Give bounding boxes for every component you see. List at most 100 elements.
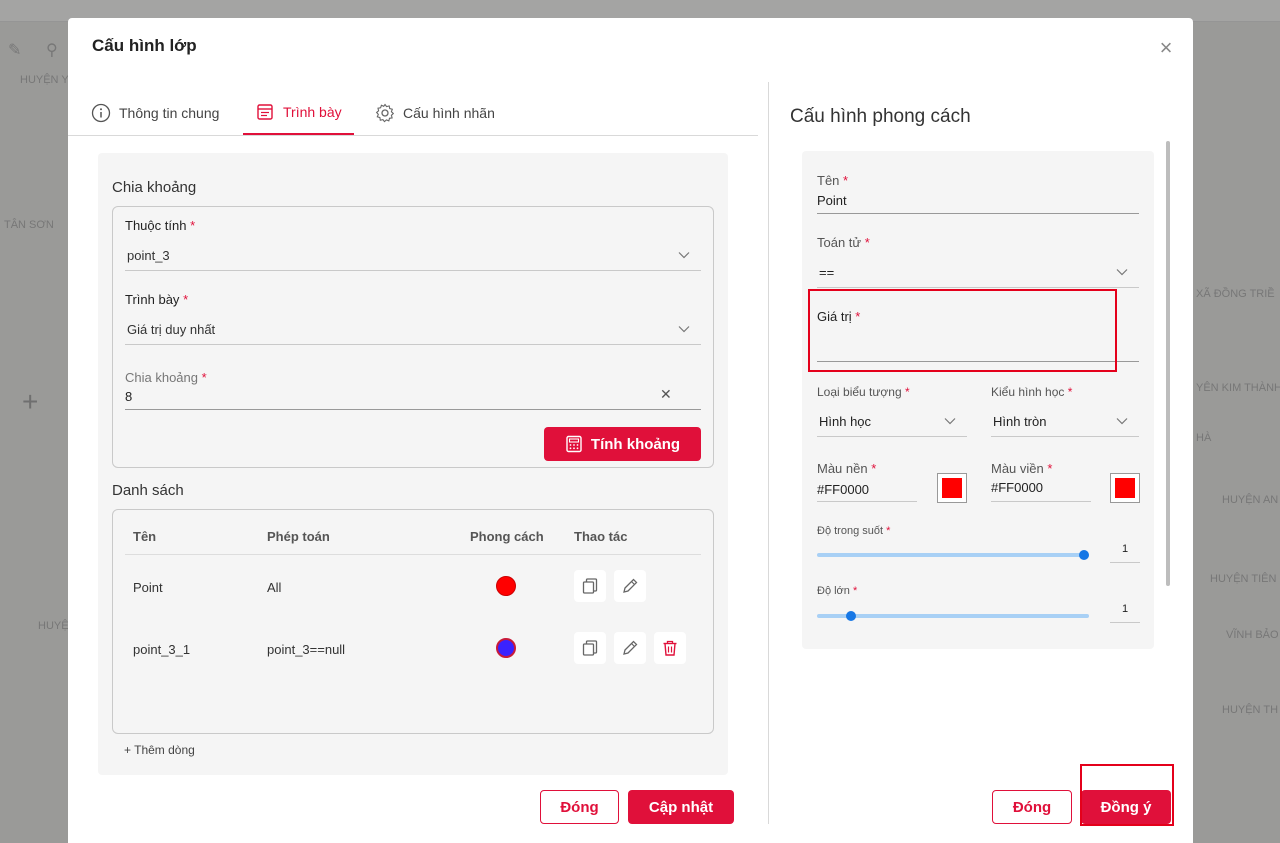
edit-button[interactable] [614,632,646,664]
panel-divider [768,82,769,824]
size-label: Độ lớn * [817,585,858,597]
row-operation: All [267,580,282,595]
copy-button[interactable] [574,632,606,664]
close-icon[interactable]: × [1156,37,1176,59]
operator-underline [817,287,1139,288]
style-swatch[interactable] [496,576,516,596]
display-underline [125,344,701,345]
stroke-color-input[interactable]: #FF0000 [991,480,1043,495]
map-label: VĨNH BẢO [1226,629,1279,641]
map-label: HUYỆ [38,620,69,632]
copy-button[interactable] [574,570,606,602]
opacity-slider-track[interactable] [817,553,1089,557]
symbol-type-underline [817,436,967,437]
copy-icon [582,578,598,594]
row-name: point_3_1 [133,642,191,657]
map-label: HUYỆN AN [1222,494,1279,506]
opacity-value[interactable]: 1 [1122,543,1128,555]
col-header-style: Phong cách [470,529,544,544]
close-button[interactable]: Đóng [540,790,619,824]
tab-display[interactable]: Trình bày [243,90,354,135]
map-label: HÀ [1196,432,1212,444]
pencil-icon [623,640,638,655]
map-pin-icon: ⚲ [46,42,58,59]
col-header-name: Tên [133,529,157,544]
attribute-underline [125,270,701,271]
map-label: TÂN SƠN [4,219,54,231]
style-config-panel: Tên * Point Toán tử * == Giá trị * Loại … [802,151,1154,649]
edit-button[interactable] [614,570,646,602]
attribute-label: Thuộc tính * [125,218,196,233]
style-swatch[interactable] [496,638,516,658]
symbol-type-select[interactable]: Hình học [819,414,871,429]
map-label: HUYỆN Y [20,74,69,86]
map-label: HUYỆN TIÊN [1210,573,1277,585]
interval-label: Chia khoảng * [125,370,207,385]
attribute-select[interactable]: point_3 [127,248,170,263]
stroke-color-underline [991,501,1091,502]
map-label: HUYỆN TH [1222,704,1279,716]
update-button[interactable]: Cập nhật [628,790,734,824]
size-slider-track[interactable] [817,614,1089,618]
size-value[interactable]: 1 [1122,603,1128,615]
tab-general-info[interactable]: Thông tin chung [91,90,219,135]
highlight-box [808,289,1117,372]
operator-select[interactable]: == [819,265,834,280]
name-label: Tên * [817,173,849,188]
stroke-color-label: Màu viền * [991,461,1053,476]
size-value-underline [1110,622,1140,623]
calculator-icon [565,435,583,453]
chevron-down-icon[interactable] [1116,415,1128,427]
display-label: Trình bày * [125,292,189,307]
chevron-down-icon[interactable] [1116,266,1128,278]
map-label: XÃ ĐỒNG TRIỀ [1196,288,1275,300]
calculate-interval-button[interactable]: Tính khoảng [544,427,701,461]
chevron-down-icon[interactable] [678,323,690,335]
name-input[interactable]: Point [817,193,847,208]
modal-title: Cấu hình lớp [92,36,197,55]
fill-color-swatch[interactable] [937,473,967,503]
stroke-color-swatch[interactable] [1110,473,1140,503]
symbol-type-label: Loại biểu tượng * [817,385,910,399]
gear-icon [375,103,395,123]
geometry-label: Kiểu hình học * [991,385,1073,399]
col-header-actions: Thao tác [574,529,628,544]
tab-label: Cấu hình nhãn [403,104,495,121]
header-divider [125,554,701,555]
copy-icon [582,640,598,656]
map-zoom-icon[interactable]: + [22,386,38,418]
fill-color-underline [817,501,917,502]
map-label: YÊN KIM THÀNH [1196,382,1280,394]
geometry-select[interactable]: Hình tròn [993,414,1046,429]
classify-box: Thuộc tính * point_3 Trình bày * Giá trị… [112,206,714,468]
clear-icon[interactable]: ✕ [660,386,672,403]
scrollbar[interactable] [1166,141,1170,586]
display-select[interactable]: Giá trị duy nhất [127,322,215,337]
tab-label: Thông tin chung [119,104,220,121]
opacity-label: Độ trong suốt * [817,525,891,537]
style-config-title: Cấu hình phong cách [790,106,971,127]
pencil-icon: ✎ [8,42,22,59]
interval-input[interactable]: 8 [125,389,132,404]
row-operation: point_3==null [267,642,346,657]
style-list-box: Tên Phép toán Phong cách Thao tác Point … [112,509,714,734]
highlight-box [1080,764,1174,826]
fill-color-input[interactable]: #FF0000 [817,482,869,497]
tab-label: Trình bày [283,103,342,120]
trash-icon [663,640,677,656]
interval-underline [125,409,701,410]
name-underline [817,213,1139,214]
tab-label-config[interactable]: Cấu hình nhãn [375,90,495,135]
opacity-slider-thumb[interactable] [1079,550,1089,560]
display-panel: Chia khoảng Thuộc tính * point_3 Trình b… [98,153,728,775]
operator-label: Toán tử * [817,235,870,250]
delete-button[interactable] [654,632,686,664]
col-header-operation: Phép toán [267,529,330,544]
close-button[interactable]: Đóng [992,790,1072,824]
geometry-underline [991,436,1139,437]
chevron-down-icon[interactable] [944,415,956,427]
tab-bar: Thông tin chung Trình bày Cấu hình nhãn [68,90,758,136]
chevron-down-icon[interactable] [678,249,690,261]
size-slider-thumb[interactable] [845,611,856,621]
add-row-button[interactable]: + Thêm dòng [124,743,195,757]
